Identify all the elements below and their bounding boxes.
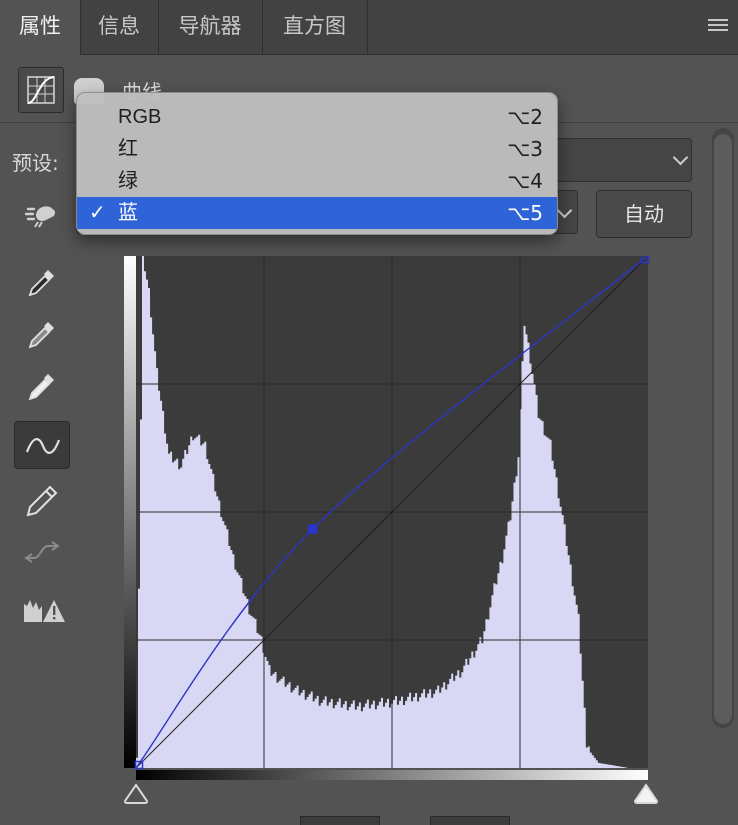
smooth-curve-icon[interactable] [14, 528, 70, 576]
curve-points-tool-icon[interactable] [14, 421, 70, 469]
scrollbar-thumb[interactable] [714, 134, 732, 724]
black-point-eyedropper-icon[interactable] [14, 260, 70, 308]
pencil-draw-icon[interactable] [14, 476, 70, 524]
preset-label: 预设: [12, 151, 59, 175]
tab-navigator[interactable]: 导航器 [158, 0, 263, 54]
chevron-down-icon [556, 202, 573, 219]
menu-item-blue[interactable]: ✓ 蓝 ⌥5 [77, 197, 557, 229]
checkmark-icon: ✓ [89, 202, 106, 224]
white-point-eyedropper-icon[interactable] [14, 364, 70, 412]
channel-dropdown-menu: RGB ⌥2 红 ⌥3 绿 ⌥4 ✓ 蓝 ⌥5 [76, 92, 558, 235]
tab-info[interactable]: 信息 [80, 0, 159, 54]
on-image-adjust-icon[interactable] [14, 190, 70, 238]
chevron-down-icon [672, 149, 689, 166]
menu-item-red[interactable]: 红 ⌥3 [77, 133, 557, 165]
menu-item-green[interactable]: 绿 ⌥4 [77, 165, 557, 197]
panel-scrollbar[interactable] [712, 128, 734, 728]
auto-button[interactable]: 自动 [596, 190, 692, 238]
panel-tab-bar: 属性 信息 导航器 直方图 [0, 0, 738, 55]
hamburger-icon[interactable] [708, 19, 728, 33]
tab-histogram[interactable]: 直方图 [262, 0, 368, 54]
tab-properties[interactable]: 属性 [0, 0, 81, 55]
curves-graph[interactable] [124, 250, 650, 782]
menu-item-rgb[interactable]: RGB ⌥2 [77, 101, 557, 133]
curves-graph-canvas[interactable] [124, 250, 650, 782]
white-point-slider-icon[interactable] [633, 783, 659, 805]
clipping-warning-icon[interactable] [14, 586, 70, 634]
black-point-slider-icon[interactable] [123, 783, 149, 805]
input-gradient-bar [136, 770, 648, 780]
output-gradient-bar [124, 256, 136, 768]
curve-control-point[interactable] [307, 524, 318, 534]
gray-point-eyedropper-icon[interactable] [14, 312, 70, 360]
curves-adjustment-icon[interactable] [18, 67, 64, 113]
